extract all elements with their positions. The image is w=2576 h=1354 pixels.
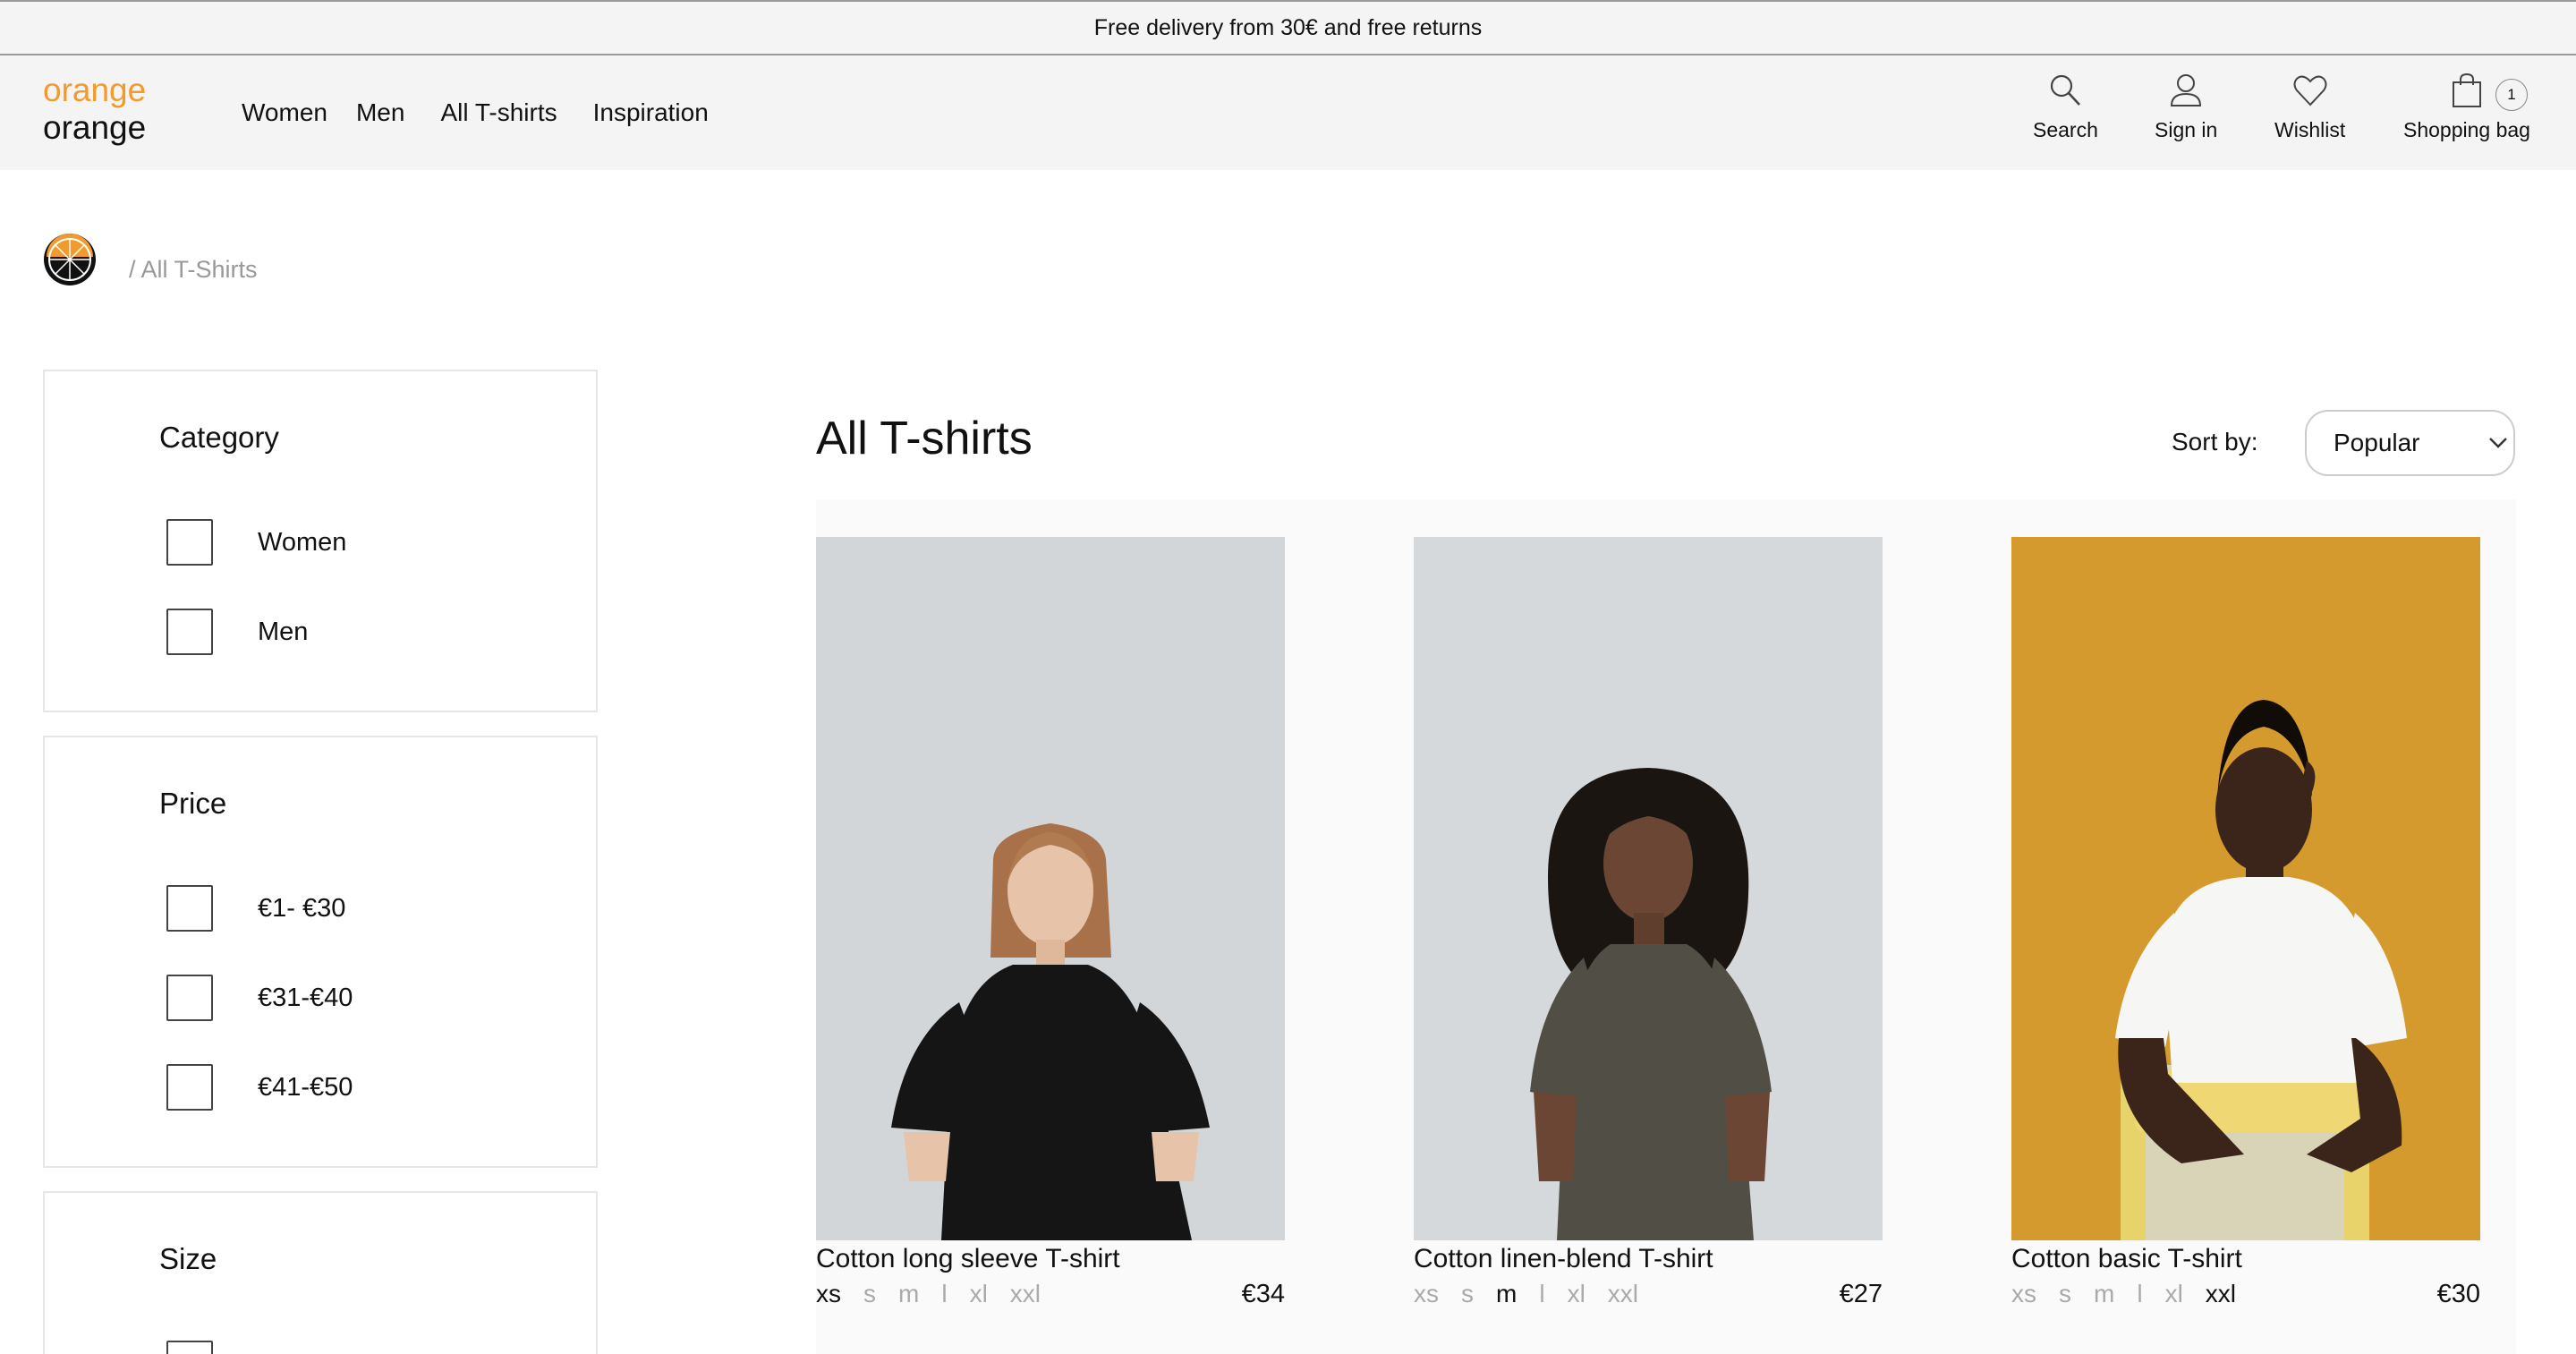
size-list: xs s m l xl xxl [1414, 1280, 1661, 1308]
filter-price: Price €1- €30 €31-€40 €41-€50 [43, 736, 598, 1168]
size-option[interactable]: xl [970, 1280, 988, 1308]
size-option[interactable]: m [2094, 1280, 2114, 1308]
filter-price-title: Price [159, 787, 227, 820]
sort-select[interactable]: Popular [2305, 410, 2515, 476]
size-option[interactable]: xs [2011, 1280, 2036, 1308]
nav-inspiration[interactable]: Inspiration [593, 98, 709, 127]
size-option[interactable]: xxl [2206, 1280, 2236, 1308]
product-name[interactable]: Cotton linen-blend T-shirt [1414, 1244, 1713, 1274]
product-price: €34 [1241, 1280, 1285, 1308]
size-option[interactable]: l [941, 1280, 947, 1308]
sign-in-button[interactable]: Sign in [2155, 72, 2217, 142]
size-option[interactable]: m [898, 1280, 919, 1308]
nav-men[interactable]: Men [356, 98, 404, 127]
size-option[interactable]: s [1461, 1280, 1474, 1308]
filter-size: Size [43, 1191, 598, 1354]
product-price: €30 [2436, 1280, 2480, 1308]
shopping-bag-icon [2452, 72, 2481, 107]
product-name[interactable]: Cotton long sleeve T-shirt [816, 1244, 1120, 1274]
checkbox[interactable] [166, 519, 213, 566]
sort-label: Sort by: [2172, 428, 2258, 456]
checkbox[interactable] [166, 609, 213, 655]
breadcrumb[interactable]: / All T-Shirts [129, 256, 258, 284]
product-card[interactable]: Cotton basic T-shirt xs s m l xl xxl €30 [2011, 537, 2480, 1308]
checkbox[interactable] [166, 885, 213, 932]
search-button[interactable]: Search [2033, 72, 2098, 142]
product-image[interactable] [2011, 537, 2480, 1240]
size-option[interactable]: m [1496, 1280, 1517, 1308]
filter-option-label: €41-€50 [258, 1072, 353, 1102]
brand-logo[interactable]: orange orange [43, 72, 146, 147]
filter-option-men[interactable]: Men [166, 609, 308, 655]
page-title: All T-shirts [816, 413, 1033, 464]
filter-option-price-1[interactable]: €1- €30 [166, 885, 345, 932]
product-price: €27 [1839, 1280, 1883, 1308]
size-option[interactable]: xl [2165, 1280, 2183, 1308]
filter-option-label: Men [258, 617, 309, 646]
size-option[interactable]: xs [816, 1280, 841, 1308]
chevron-down-icon [2489, 438, 2507, 448]
model-photo [2115, 700, 2407, 1240]
filter-option-size-1[interactable] [166, 1341, 213, 1354]
model-photo [1530, 768, 1772, 1240]
shopping-bag-label: Shopping bag [2403, 118, 2530, 141]
size-option[interactable]: s [863, 1280, 876, 1308]
sort-value: Popular [2334, 429, 2420, 456]
filter-option-price-3[interactable]: €41-€50 [166, 1064, 353, 1111]
size-option[interactable]: l [2137, 1280, 2142, 1308]
delivery-banner: Free delivery from 30€ and free returns [0, 0, 2576, 55]
filter-option-label: Women [258, 527, 347, 557]
wishlist-label: Wishlist [2274, 118, 2346, 141]
product-image[interactable] [1414, 537, 1883, 1240]
filter-option-label: €31-€40 [258, 983, 353, 1012]
search-icon [2051, 74, 2081, 106]
logo-line-2: orange [43, 109, 147, 146]
user-icon [2171, 74, 2202, 106]
size-option[interactable]: l [1539, 1280, 1544, 1308]
heart-icon [2293, 75, 2327, 106]
size-option[interactable]: xs [1414, 1280, 1439, 1308]
filter-option-price-2[interactable]: €31-€40 [166, 975, 353, 1021]
size-option[interactable]: s [2059, 1280, 2071, 1308]
product-card[interactable]: Cotton linen-blend T-shirt xs s m l xl x… [1414, 537, 1883, 1308]
wishlist-button[interactable]: Wishlist [2274, 72, 2345, 142]
logo-line-1: orange [43, 72, 147, 108]
size-option[interactable]: xxl [1608, 1280, 1638, 1308]
size-option[interactable]: xl [1568, 1280, 1586, 1308]
filter-category-title: Category [159, 421, 279, 454]
orange-home-icon[interactable] [43, 233, 97, 286]
checkbox[interactable] [166, 975, 213, 1021]
product-name[interactable]: Cotton basic T-shirt [2011, 1244, 2242, 1274]
filter-category: Category Women Men [43, 370, 598, 712]
filter-option-label: €1- €30 [258, 893, 346, 923]
bag-count-badge: 1 [2495, 79, 2528, 111]
delivery-banner-text: Free delivery from 30€ and free returns [1093, 14, 1483, 40]
size-option[interactable]: xxl [1010, 1280, 1041, 1308]
checkbox[interactable] [166, 1341, 213, 1354]
main-nav: Women Men All T-shirts Inspiration [242, 98, 709, 127]
sign-in-label: Sign in [2155, 118, 2218, 141]
checkbox[interactable] [166, 1064, 213, 1111]
size-list: xs s m l xl xxl [2011, 1280, 2258, 1308]
nav-all-tshirts[interactable]: All T-shirts [440, 98, 557, 127]
model-photo [891, 823, 1210, 1240]
product-image[interactable] [816, 537, 1285, 1240]
product-card[interactable]: Cotton long sleeve T-shirt xs s m l xl x… [816, 537, 1285, 1308]
nav-women[interactable]: Women [242, 98, 327, 127]
filter-option-women[interactable]: Women [166, 519, 346, 566]
filter-size-title: Size [159, 1242, 217, 1275]
search-label: Search [2033, 118, 2098, 141]
size-list: xs s m l xl xxl [816, 1280, 1063, 1308]
